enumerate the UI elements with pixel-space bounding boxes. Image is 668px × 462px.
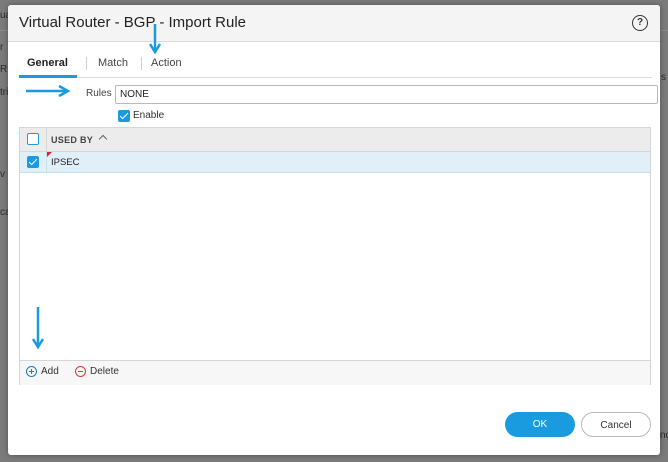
tab-bar: General Match Action xyxy=(19,53,652,78)
background-text: nc xyxy=(660,430,668,441)
help-icon[interactable]: ? xyxy=(632,15,648,31)
delete-label: Delete xyxy=(90,366,119,377)
add-button[interactable]: Add xyxy=(26,366,66,380)
dialog-header: Virtual Router - BGP - Import Rule ? xyxy=(8,5,660,42)
header-divider xyxy=(46,128,47,151)
background-text: v xyxy=(0,169,5,180)
row-value: IPSEC xyxy=(51,157,80,168)
rules-input[interactable]: NONE xyxy=(115,85,658,104)
enable-label: Enable xyxy=(133,110,165,121)
dialog-title: Virtual Router - BGP - Import Rule xyxy=(19,14,247,31)
add-circle-icon xyxy=(26,366,37,377)
select-all-checkbox[interactable] xyxy=(27,133,39,145)
tab-separator xyxy=(86,57,87,70)
background-text: r xyxy=(0,42,4,53)
table-header: USED BY xyxy=(20,128,650,152)
delete-circle-icon xyxy=(75,366,86,377)
used-by-table: USED BY IPSEC Add Delete xyxy=(19,127,651,385)
sort-ascending-icon[interactable] xyxy=(98,134,108,144)
import-rule-dialog: Virtual Router - BGP - Import Rule ? Gen… xyxy=(8,5,660,455)
ok-button[interactable]: OK xyxy=(505,412,575,437)
background-text: s xyxy=(661,72,666,83)
rules-label: Rules xyxy=(86,88,112,99)
tab-general[interactable]: General xyxy=(27,57,68,69)
table-toolbar: Add Delete xyxy=(20,360,650,385)
table-row[interactable]: IPSEC xyxy=(20,152,650,173)
background-text: R xyxy=(0,64,8,75)
active-tab-indicator xyxy=(19,75,77,78)
enable-checkbox[interactable] xyxy=(118,110,130,122)
column-header-used-by[interactable]: USED BY xyxy=(51,135,93,145)
tab-separator xyxy=(141,57,142,70)
cancel-button[interactable]: Cancel xyxy=(581,412,651,437)
tab-match[interactable]: Match xyxy=(98,57,128,69)
add-label: Add xyxy=(41,366,59,377)
row-checkbox[interactable] xyxy=(27,156,39,168)
tab-action[interactable]: Action xyxy=(151,57,182,69)
delete-button[interactable]: Delete xyxy=(75,366,130,380)
